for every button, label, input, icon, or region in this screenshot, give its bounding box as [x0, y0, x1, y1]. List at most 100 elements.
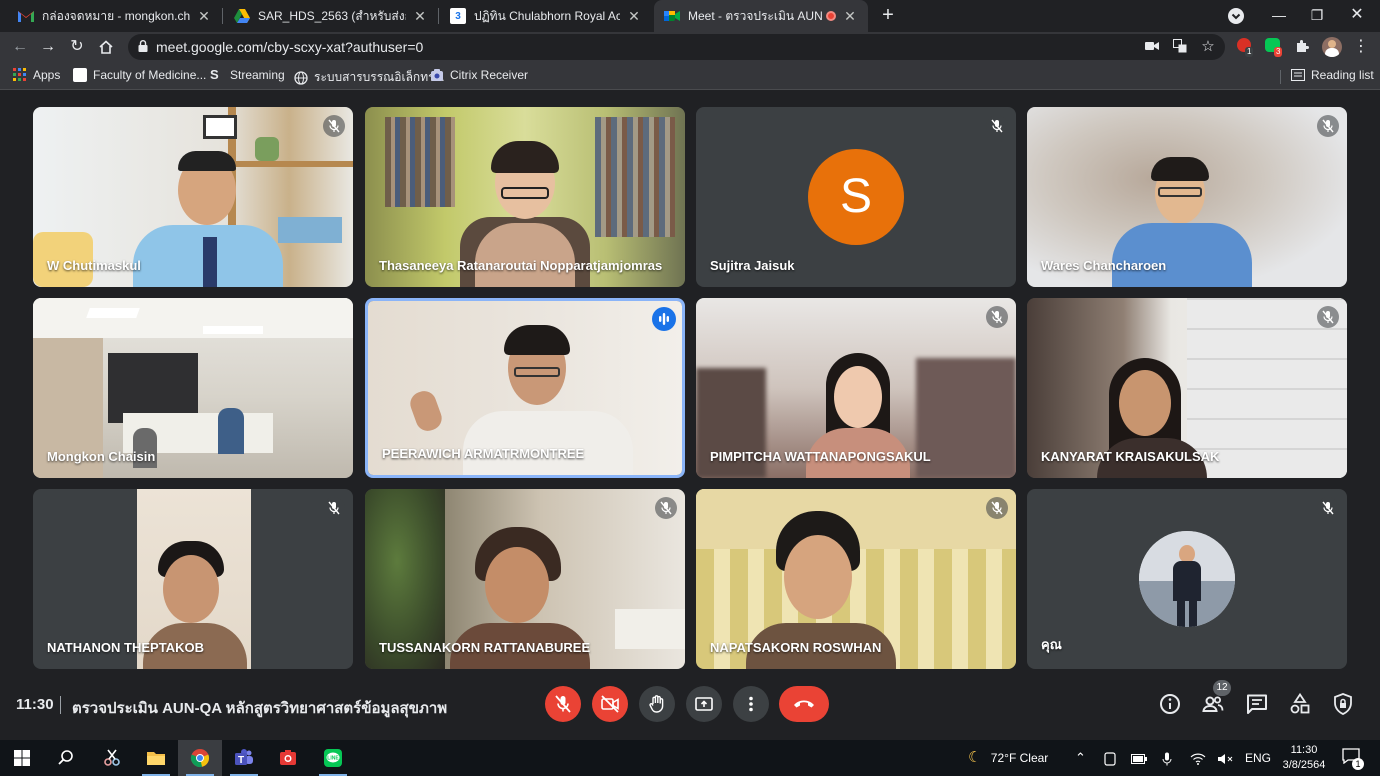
- tab-calendar[interactable]: 3 ปฏิทิน Chulabhorn Royal Academy ✕: [440, 0, 652, 32]
- volume-muted-icon[interactable]: [1218, 740, 1234, 776]
- person-head: [834, 366, 882, 428]
- person-body: [1173, 561, 1201, 601]
- bookmark-citrix[interactable]: Citrix Receiver: [430, 68, 528, 82]
- back-button[interactable]: ←: [9, 36, 31, 58]
- participant-tile[interactable]: Thasaneeya Ratanaroutai Nopparatjamjomra…: [365, 107, 685, 287]
- camera-in-use-icon[interactable]: [1144, 39, 1160, 55]
- tab-search-button[interactable]: [1228, 8, 1244, 24]
- gmail-icon: [18, 8, 34, 24]
- tab-meet[interactable]: Meet - ตรวจประเมิน AUN-QA ห ✕: [654, 0, 868, 32]
- camera-toggle-button[interactable]: [592, 686, 628, 722]
- participant-name: Mongkon Chaisin: [47, 449, 156, 464]
- host-controls-button[interactable]: [1331, 692, 1355, 716]
- participant-tile[interactable]: S Sujitra Jaisuk: [696, 107, 1016, 287]
- chevron-down-icon: [1231, 13, 1241, 20]
- input-language[interactable]: ENG: [1245, 740, 1271, 776]
- tab-separator: [438, 8, 439, 24]
- windows-taskbar: T LINE ☾ 72°F Clear ⌃ ENG 11:30 3/8/2564…: [0, 740, 1380, 776]
- forward-button[interactable]: →: [37, 36, 59, 58]
- show-hidden-icons-button[interactable]: ⌃: [1075, 740, 1086, 776]
- bookmarks-separator: [1280, 70, 1281, 84]
- start-button[interactable]: [0, 740, 44, 776]
- participant-tile[interactable]: TUSSANAKORN RATTANABUREE: [365, 489, 685, 669]
- participant-name: คุณ: [1041, 637, 1062, 652]
- close-icon[interactable]: ✕: [412, 8, 428, 25]
- participant-tile[interactable]: NATHANON THEPTAKOB: [33, 489, 353, 669]
- taskbar-app-file-explorer[interactable]: [134, 740, 178, 776]
- chat-button[interactable]: [1245, 692, 1269, 716]
- taskbar-app-teams[interactable]: T: [222, 740, 266, 776]
- profile-avatar[interactable]: [1322, 37, 1342, 57]
- participant-tile[interactable]: W Chutimaskul: [33, 107, 353, 287]
- star-bookmark-icon[interactable]: ☆: [1200, 39, 1216, 55]
- close-icon[interactable]: ✕: [196, 8, 212, 25]
- clock-time: 11:30: [1290, 744, 1318, 756]
- snipping-tool-icon: [104, 749, 120, 766]
- address-bar[interactable]: meet.google.com/cby-scxy-xat?authuser=0 …: [128, 34, 1225, 60]
- taskbar-app-chrome[interactable]: [178, 740, 222, 776]
- close-icon[interactable]: ✕: [842, 8, 858, 25]
- participant-tile[interactable]: Mongkon Chaisin: [33, 298, 353, 478]
- mic-off-indicator: [655, 497, 677, 519]
- participant-tile-active-speaker[interactable]: PEERAWICH ARMATRMONTREE: [365, 298, 685, 478]
- taskbar-app-line[interactable]: LINE: [311, 740, 355, 776]
- weather-widget[interactable]: ☾ 72°F Clear: [968, 740, 1048, 776]
- shelf: [615, 609, 685, 649]
- participant-tile[interactable]: NAPATSAKORN ROSWHAN: [696, 489, 1016, 669]
- system-clock[interactable]: 11:30 3/8/2564: [1280, 743, 1328, 773]
- taskbar-app-recorder[interactable]: [266, 740, 310, 776]
- info-icon: [1160, 694, 1180, 714]
- lock-icon: [138, 40, 148, 52]
- close-icon[interactable]: ✕: [626, 8, 642, 25]
- battery-icon[interactable]: [1131, 740, 1147, 776]
- activities-button[interactable]: [1288, 692, 1312, 716]
- wifi-icon[interactable]: [1190, 740, 1206, 776]
- bookmark-saraban[interactable]: ระบบสารบรรณอิเล็กทร...: [294, 68, 445, 87]
- person-body: [475, 223, 575, 287]
- reload-button[interactable]: ↻: [66, 36, 88, 58]
- mic-off-icon: [328, 119, 340, 133]
- meet-now-icon[interactable]: [1104, 740, 1116, 776]
- new-tab-button[interactable]: +: [876, 3, 900, 27]
- puzzle-extensions-icon[interactable]: [1294, 38, 1312, 56]
- search-button[interactable]: [44, 740, 88, 776]
- meet-icon: [664, 8, 680, 24]
- menu-kebab-icon[interactable]: ⋮: [1350, 36, 1372, 58]
- extension-red-icon[interactable]: 1: [1237, 38, 1255, 57]
- meeting-details-button[interactable]: [1158, 692, 1182, 716]
- microphone-toggle-button[interactable]: [545, 686, 581, 722]
- more-options-button[interactable]: [733, 686, 769, 722]
- raise-hand-button[interactable]: [639, 686, 675, 722]
- participant-tile-self[interactable]: คุณ: [1027, 489, 1347, 669]
- bookmark-apps[interactable]: Apps: [13, 68, 60, 82]
- person-body: [1112, 223, 1252, 287]
- teams-icon: T: [235, 749, 253, 766]
- folder-icon: [147, 752, 165, 765]
- translate-icon[interactable]: [1172, 39, 1188, 55]
- calendar-icon: 3: [450, 8, 466, 24]
- home-button[interactable]: [95, 36, 117, 58]
- present-screen-button[interactable]: [686, 686, 722, 722]
- participant-name: TUSSANAKORN RATTANABUREE: [379, 640, 591, 655]
- microphone-tray-icon[interactable]: [1162, 740, 1172, 776]
- bookmark-label: Faculty of Medicine...: [93, 68, 207, 82]
- participant-name: NAPATSAKORN ROSWHAN: [710, 640, 882, 655]
- tab-gmail[interactable]: กล่องจดหมาย - mongkon.cha@cra ✕: [8, 0, 222, 32]
- participant-tile[interactable]: Wares Chancharoen: [1027, 107, 1347, 287]
- participant-tile[interactable]: PIMPITCHA WATTANAPONGSAKUL: [696, 298, 1016, 478]
- reading-list-button[interactable]: Reading list: [1291, 68, 1374, 82]
- tab-drive[interactable]: SAR_HDS_2563 (สำหรับส่งกรรมการ ✕: [224, 0, 438, 32]
- bookmark-faculty-of-medicine[interactable]: Faculty of Medicine...: [73, 68, 206, 82]
- line-extension-icon[interactable]: 3: [1265, 38, 1283, 57]
- notification-center-button[interactable]: 1: [1342, 748, 1364, 770]
- taskbar-app-snip[interactable]: [90, 740, 134, 776]
- close-window-button[interactable]: ✕: [1334, 0, 1380, 32]
- participant-tile[interactable]: KANYARAT KRAISAKULSAK: [1027, 298, 1347, 478]
- bookmark-label: Streaming: [230, 68, 285, 82]
- bookmark-label: Apps: [33, 68, 61, 82]
- streaming-icon: S: [210, 67, 219, 82]
- participant-name: NATHANON THEPTAKOB: [47, 640, 204, 655]
- leave-call-button[interactable]: [779, 686, 829, 722]
- person-head: [784, 535, 852, 619]
- bookmark-streaming[interactable]: S Streaming: [210, 67, 285, 83]
